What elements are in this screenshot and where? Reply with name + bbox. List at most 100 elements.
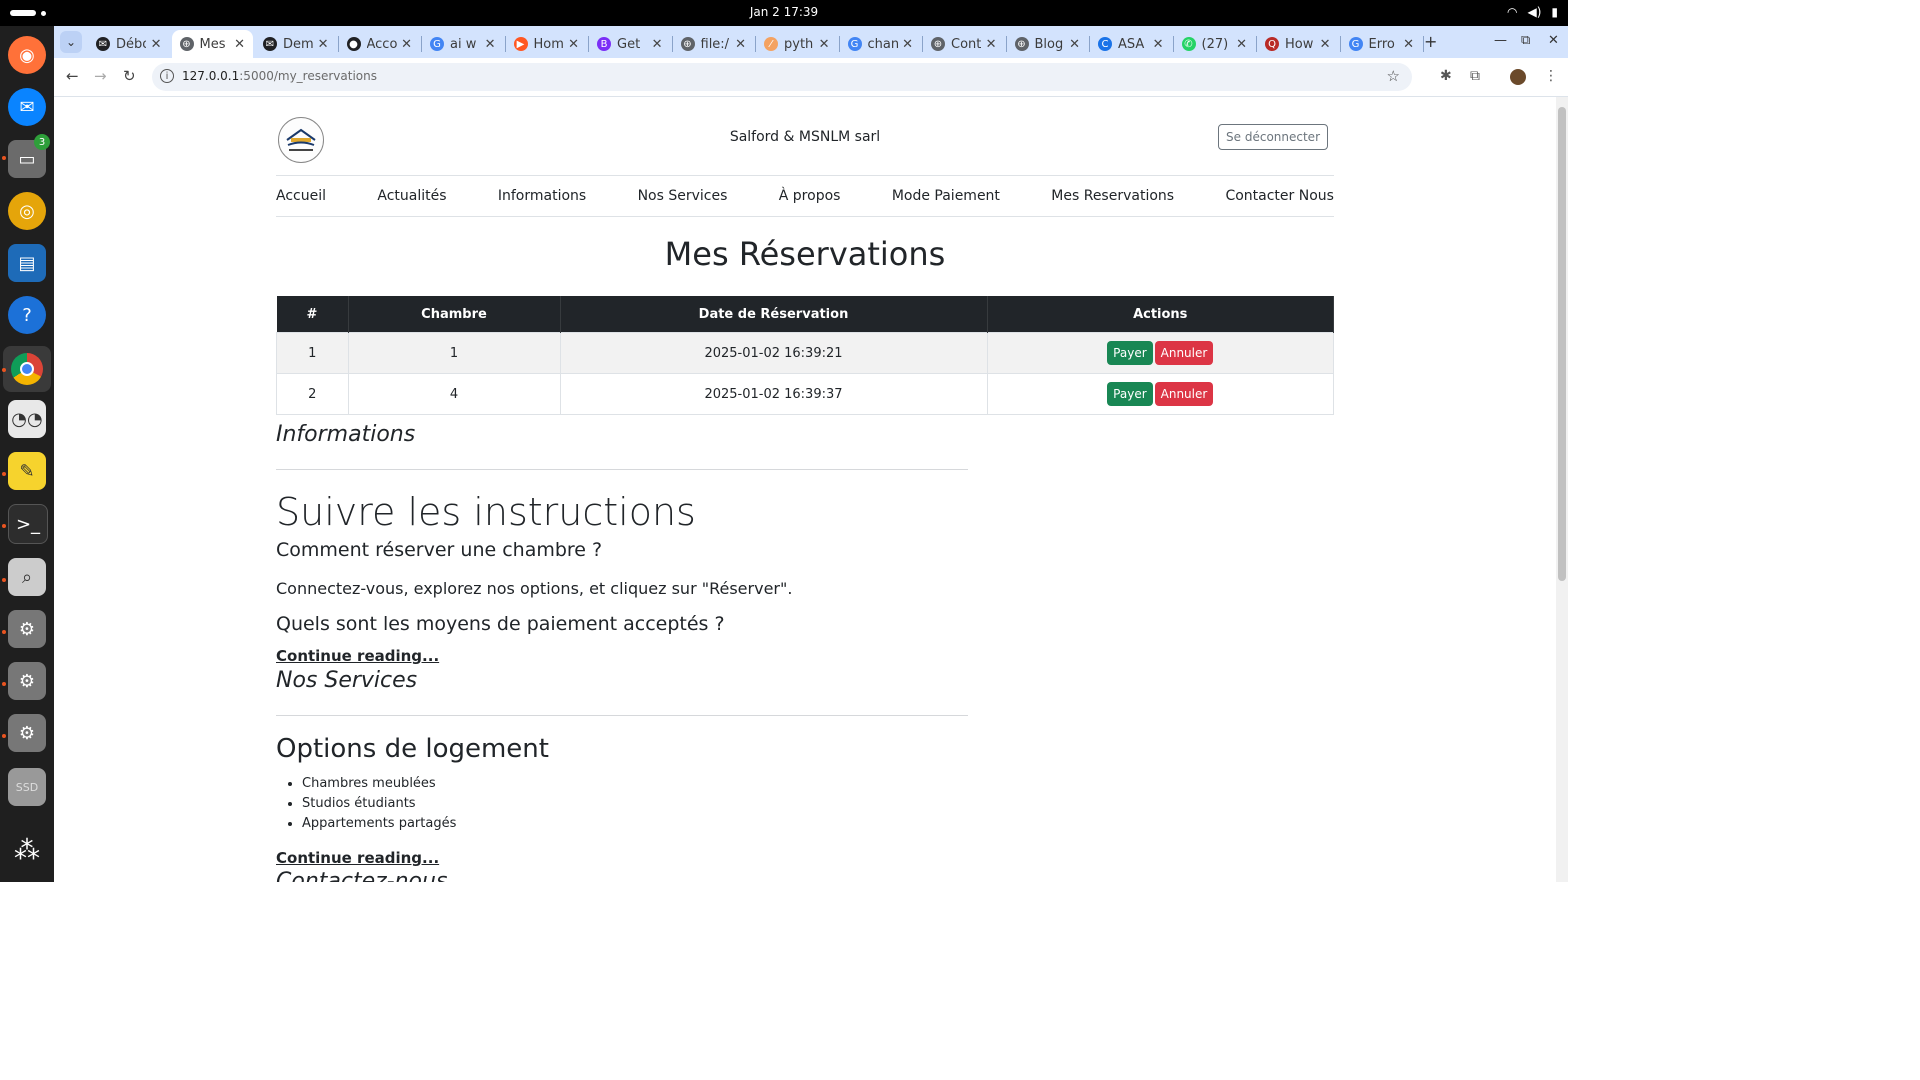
browser-tab[interactable]: G Erro ✕ — [1341, 30, 1423, 58]
help-icon[interactable]: ? — [8, 296, 46, 334]
tab-close-icon[interactable]: ✕ — [401, 37, 412, 52]
tab-close-icon[interactable]: ✕ — [234, 37, 245, 52]
browser-tab[interactable]: Gai w ✕ — [422, 30, 504, 58]
app-grid-icon[interactable]: ⁂ — [8, 832, 46, 870]
tab-close-icon[interactable]: ✕ — [1153, 37, 1164, 52]
browser-menu-icon[interactable]: ⋮ — [1544, 68, 1558, 84]
divider — [276, 715, 968, 716]
tab-label: chan — [867, 36, 898, 52]
address-bar[interactable]: i 127.0.0.1:5000/my_reservations ☆ — [152, 63, 1412, 91]
url-text[interactable]: 127.0.0.1:5000/my_reservations — [182, 69, 377, 83]
text-editor-icon[interactable]: ✎ — [8, 452, 46, 490]
system-tray[interactable]: ◠ ◀) ▮ — [1507, 5, 1558, 19]
app-dock: ◉ ✉ ▭ 3 ◎ ▤ ? ◔◔ ✎ >_ ⌕ ⚙ ⚙ ⚙ SSD ⁂ — [0, 26, 54, 882]
writer-icon[interactable]: ▤ — [8, 244, 46, 282]
tab-close-icon[interactable]: ✕ — [652, 37, 663, 52]
tab-search-icon[interactable]: ⌄ — [60, 31, 82, 53]
browser-tab[interactable]: ✉ Dem ✕ — [255, 30, 337, 58]
settings-icon[interactable]: ⚙ — [8, 714, 46, 752]
cancel-button[interactable]: Annuler — [1154, 382, 1214, 406]
magnifier-icon[interactable]: ⌕ — [8, 558, 46, 596]
nav-mode-paiement[interactable]: Mode Paiement — [892, 188, 1000, 204]
restore-icon[interactable]: ⧉ — [1521, 33, 1530, 48]
back-icon[interactable]: ← — [66, 67, 79, 85]
tab-close-icon[interactable]: ✕ — [1320, 37, 1331, 52]
tab-close-icon[interactable]: ✕ — [819, 37, 830, 52]
nav-mes-reservations[interactable]: Mes Reservations — [1051, 188, 1174, 204]
site-title: Salford & MSNLM sarl — [729, 129, 881, 145]
table-row: 1 1 2025-01-02 16:39:21 Payer Annuler — [276, 332, 1334, 374]
profile-avatar[interactable] — [1510, 69, 1526, 85]
tab-close-icon[interactable]: ✕ — [568, 37, 579, 52]
nav-accueil[interactable]: Accueil — [276, 188, 326, 204]
column-header-room: Chambre — [348, 296, 561, 333]
browser-tab[interactable]: ✆ (27) ✕ — [1174, 30, 1256, 58]
tab-close-icon[interactable]: ✕ — [485, 37, 496, 52]
tab-favicon-icon: ⁄ — [764, 37, 778, 51]
cancel-button[interactable]: Annuler — [1154, 341, 1214, 365]
forward-icon[interactable]: → — [94, 67, 107, 85]
tab-favicon-icon: ⊕ — [1014, 37, 1029, 51]
reservation-date: 2025-01-02 16:39:37 — [559, 373, 988, 415]
tab-favicon-icon: ✉ — [96, 37, 110, 51]
settings-icon[interactable]: ⚙ — [8, 610, 46, 648]
rhythmbox-icon[interactable]: ◎ — [8, 192, 46, 230]
browser-tab[interactable]: Gchan ✕ — [840, 30, 922, 58]
files-icon[interactable]: ▭ 3 — [8, 134, 50, 178]
faq-question-booking: Comment réserver une chambre ? — [276, 539, 603, 561]
reservation-number: 1 — [276, 332, 349, 374]
system-clock[interactable]: Jan 2 17:39 — [0, 5, 1568, 19]
nav-contacter-nous[interactable]: Contacter Nous — [1225, 188, 1334, 204]
minimize-icon[interactable]: — — [1494, 33, 1507, 48]
browser-tab[interactable]: Q How ✕ — [1257, 30, 1339, 58]
browser-tab[interactable]: C ASA ✕ — [1090, 30, 1172, 58]
firefox-icon[interactable]: ◉ — [8, 36, 46, 74]
scrollbar-thumb[interactable] — [1558, 107, 1566, 581]
chrome-icon[interactable] — [3, 346, 51, 392]
browser-tab[interactable]: ▶ Hom ✕ — [506, 30, 588, 58]
tab-close-icon[interactable]: ✕ — [1403, 37, 1414, 52]
tab-close-icon[interactable]: ✕ — [1236, 37, 1247, 52]
browser-tab[interactable]: B Get ✕ — [589, 30, 671, 58]
drive-icon[interactable]: SSD — [8, 768, 46, 806]
settings-icon[interactable]: ⚙ — [8, 662, 46, 700]
browser-tab[interactable]: ⁄ pyth ✕ — [756, 30, 838, 58]
tab-close-icon[interactable]: ✕ — [902, 37, 913, 52]
faq-answer-booking: Connectez-vous, explorez nos options, et… — [276, 579, 793, 598]
extension-bug-icon[interactable]: ✱ — [1440, 68, 1452, 84]
terminal-icon[interactable]: >_ — [8, 504, 48, 544]
new-tab-icon[interactable]: + — [1424, 32, 1437, 51]
document-viewer-icon[interactable]: ◔◔ — [8, 400, 46, 438]
browser-tab[interactable]: ✉ Débo ✕ — [88, 30, 170, 58]
informations-display-heading: Suivre les instructions — [276, 490, 696, 534]
page-scrollbar[interactable] — [1556, 97, 1568, 882]
tab-close-icon[interactable]: ✕ — [986, 37, 997, 52]
pay-button[interactable]: Payer — [1107, 341, 1153, 365]
browser-tab[interactable]: ● Acco ✕ — [339, 30, 421, 58]
browser-tab[interactable]: ⊕ file:/ ✕ — [673, 30, 755, 58]
site-info-icon[interactable]: i — [160, 69, 174, 83]
pay-button[interactable]: Payer — [1107, 382, 1153, 406]
browser-tab[interactable]: ⊕ Mes ✕ — [171, 30, 253, 58]
browser-tab[interactable]: ⊕ Cont ✕ — [923, 30, 1005, 58]
logout-button[interactable]: Se déconnecter — [1218, 124, 1328, 150]
extensions-icon[interactable]: ⧉ — [1470, 68, 1480, 84]
services-continue-reading-link[interactable]: Continue reading... — [276, 849, 439, 867]
tab-close-icon[interactable]: ✕ — [151, 37, 162, 52]
close-window-icon[interactable]: ✕ — [1548, 33, 1559, 48]
browser-tab[interactable]: ⊕ Blog ✕ — [1007, 30, 1089, 58]
browser-toolbar: ← → ↻ i 127.0.0.1:5000/my_reservations ☆… — [54, 58, 1568, 97]
nav-actualites[interactable]: Actualités — [377, 188, 446, 204]
nav-a-propos[interactable]: À propos — [779, 188, 841, 204]
informations-continue-reading-link[interactable]: Continue reading... — [276, 647, 439, 665]
nav-informations[interactable]: Informations — [498, 188, 586, 204]
bookmark-star-icon[interactable]: ☆ — [1387, 67, 1400, 85]
reload-icon[interactable]: ↻ — [123, 67, 136, 85]
tab-close-icon[interactable]: ✕ — [1069, 37, 1080, 52]
tab-favicon-icon: ⊕ — [931, 37, 945, 51]
tab-close-icon[interactable]: ✕ — [318, 37, 329, 52]
tab-close-icon[interactable]: ✕ — [735, 37, 746, 52]
reservation-date: 2025-01-02 16:39:21 — [559, 332, 988, 374]
thunderbird-icon[interactable]: ✉ — [8, 88, 46, 126]
nav-nos-services[interactable]: Nos Services — [638, 188, 728, 204]
